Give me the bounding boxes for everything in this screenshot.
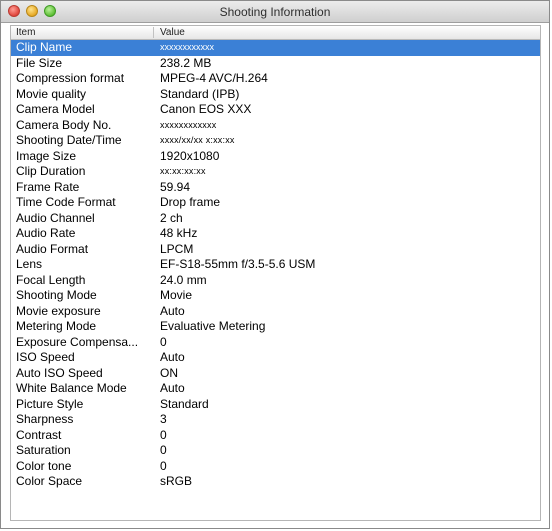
row-value: 0: [160, 443, 167, 457]
row-value: 0: [160, 458, 167, 473]
row-item: Movie exposure: [16, 303, 101, 318]
row-value: ON: [160, 365, 178, 380]
row-item: File Size: [16, 55, 63, 70]
table-row[interactable]: Time Code Format Drop frame: [11, 195, 540, 211]
row-item: Camera Body No.: [16, 117, 112, 132]
row-value: LPCM: [160, 241, 194, 256]
table-row[interactable]: Exposure Compensa... 0: [11, 335, 540, 351]
row-item: Focal Length: [16, 272, 86, 287]
row-item: Lens: [16, 257, 43, 271]
table-row[interactable]: Metering Mode Evaluative Metering: [11, 319, 540, 335]
table-row[interactable]: Color tone 0: [11, 459, 540, 475]
title-bar[interactable]: Shooting Information: [1, 1, 549, 23]
table-row[interactable]: Audio Format LPCM: [11, 242, 540, 258]
row-value: Auto: [160, 303, 185, 318]
column-header-value[interactable]: Value: [160, 26, 185, 39]
table-row[interactable]: Color Space sRGB: [11, 474, 540, 490]
row-value: Auto: [160, 381, 185, 395]
table-row[interactable]: Compression format MPEG-4 AVC/H.264: [11, 71, 540, 87]
row-value: xx:xx:xx:xx: [160, 166, 206, 176]
row-value: Evaluative Metering: [160, 319, 266, 333]
table-row[interactable]: Shooting Mode Movie: [11, 288, 540, 304]
row-value: 1920x1080: [160, 148, 220, 163]
row-item: Compression format: [16, 71, 125, 85]
row-item: Color Space: [16, 474, 83, 488]
row-item: Clip Duration: [16, 164, 86, 178]
row-value: Canon EOS XXX: [160, 102, 252, 116]
row-value: 3: [160, 412, 167, 426]
row-item: Auto ISO Speed: [16, 365, 103, 380]
table-row[interactable]: Frame Rate 59.94: [11, 180, 540, 196]
row-value: xxxxxxxxxxxx: [160, 42, 214, 52]
table-header: Item Value: [11, 26, 540, 40]
row-value: Auto: [160, 350, 185, 364]
table-row[interactable]: Clip Duration xx:xx:xx:xx: [11, 164, 540, 180]
table-row[interactable]: Movie exposure Auto: [11, 304, 540, 320]
row-value: sRGB: [160, 474, 193, 488]
row-item: Audio Rate: [16, 226, 76, 240]
row-value: Standard (IPB): [160, 86, 240, 101]
table-row[interactable]: Auto ISO Speed ON: [11, 366, 540, 382]
table-row[interactable]: Clip Name xxxxxxxxxxxx: [11, 40, 540, 56]
row-item: Contrast: [16, 427, 62, 442]
table-row[interactable]: Audio Channel 2 ch: [11, 211, 540, 227]
table-row[interactable]: White Balance Mode Auto: [11, 381, 540, 397]
row-item: Audio Channel: [16, 210, 95, 225]
row-item: Metering Mode: [16, 319, 97, 333]
row-item: Exposure Compensa...: [16, 334, 139, 349]
table-body: Clip Name xxxxxxxxxxxx File Size 238.2 MB Co…: [11, 40, 540, 490]
shooting-info-window: Shooting Information Item Value Clip Nam…: [0, 0, 550, 529]
window-title: Shooting Information: [219, 5, 331, 19]
table-row[interactable]: Image Size 1920x1080: [11, 149, 540, 165]
table-row[interactable]: File Size 238.2 MB: [11, 56, 540, 72]
table-row[interactable]: Picture Style Standard: [11, 397, 540, 413]
row-value: 48 kHz: [160, 226, 198, 240]
table-row[interactable]: Movie quality Standard (IPB): [11, 87, 540, 103]
row-item: Saturation: [16, 443, 71, 457]
row-item: Time Code Format: [16, 195, 116, 209]
row-item: Camera Model: [16, 102, 95, 116]
column-divider[interactable]: [153, 27, 154, 38]
table-row[interactable]: Camera Model Canon EOS XXX: [11, 102, 540, 118]
table-row[interactable]: ISO Speed Auto: [11, 350, 540, 366]
row-value: 2 ch: [160, 210, 183, 225]
table-row[interactable]: Sharpness 3: [11, 412, 540, 428]
info-table[interactable]: Item Value Clip Name xxxxxxxxxxxx File Siz…: [10, 25, 541, 521]
row-value: 24.0 mm: [160, 272, 207, 287]
row-item: Clip Name: [16, 40, 73, 54]
row-value: EF-S18-55mm f/3.5-5.6 USM: [160, 257, 316, 271]
row-item: Color tone: [16, 458, 72, 473]
row-item: Shooting Date/Time: [16, 133, 122, 147]
row-item: Image Size: [16, 148, 77, 163]
row-item: ISO Speed: [16, 350, 75, 364]
table-row[interactable]: Shooting Date/Time xxxx/xx/xx x:xx:xx: [11, 133, 540, 149]
row-value: 0: [160, 427, 167, 442]
column-header-item[interactable]: Item: [16, 26, 35, 39]
table-row[interactable]: Lens EF-S18-55mm f/3.5-5.6 USM: [11, 257, 540, 273]
row-item: Movie quality: [16, 86, 87, 101]
row-value: 59.94: [160, 179, 191, 194]
row-value: 238.2 MB: [160, 55, 212, 70]
row-value: MPEG-4 AVC/H.264: [160, 71, 268, 85]
row-value: Drop frame: [160, 195, 221, 209]
row-value: xxxx/xx/xx x:xx:xx: [160, 135, 235, 145]
row-value: 0: [160, 334, 167, 349]
table-row[interactable]: Contrast 0: [11, 428, 540, 444]
table-row[interactable]: Camera Body No. xxxxxxxxxxxx: [11, 118, 540, 134]
row-item: Shooting Mode: [16, 288, 97, 302]
row-item: Picture Style: [16, 396, 84, 411]
table-row[interactable]: Focal Length 24.0 mm: [11, 273, 540, 289]
row-item: White Balance Mode: [16, 381, 127, 395]
row-item: Sharpness: [16, 412, 74, 426]
table-row[interactable]: Saturation 0: [11, 443, 540, 459]
row-item: Frame Rate: [16, 179, 80, 194]
row-value: Standard: [160, 396, 209, 411]
row-value: xxxxxxxxxxxx: [160, 119, 217, 130]
row-item: Audio Format: [16, 241, 89, 256]
table-row[interactable]: Audio Rate 48 kHz: [11, 226, 540, 242]
row-value: Movie: [160, 288, 193, 302]
